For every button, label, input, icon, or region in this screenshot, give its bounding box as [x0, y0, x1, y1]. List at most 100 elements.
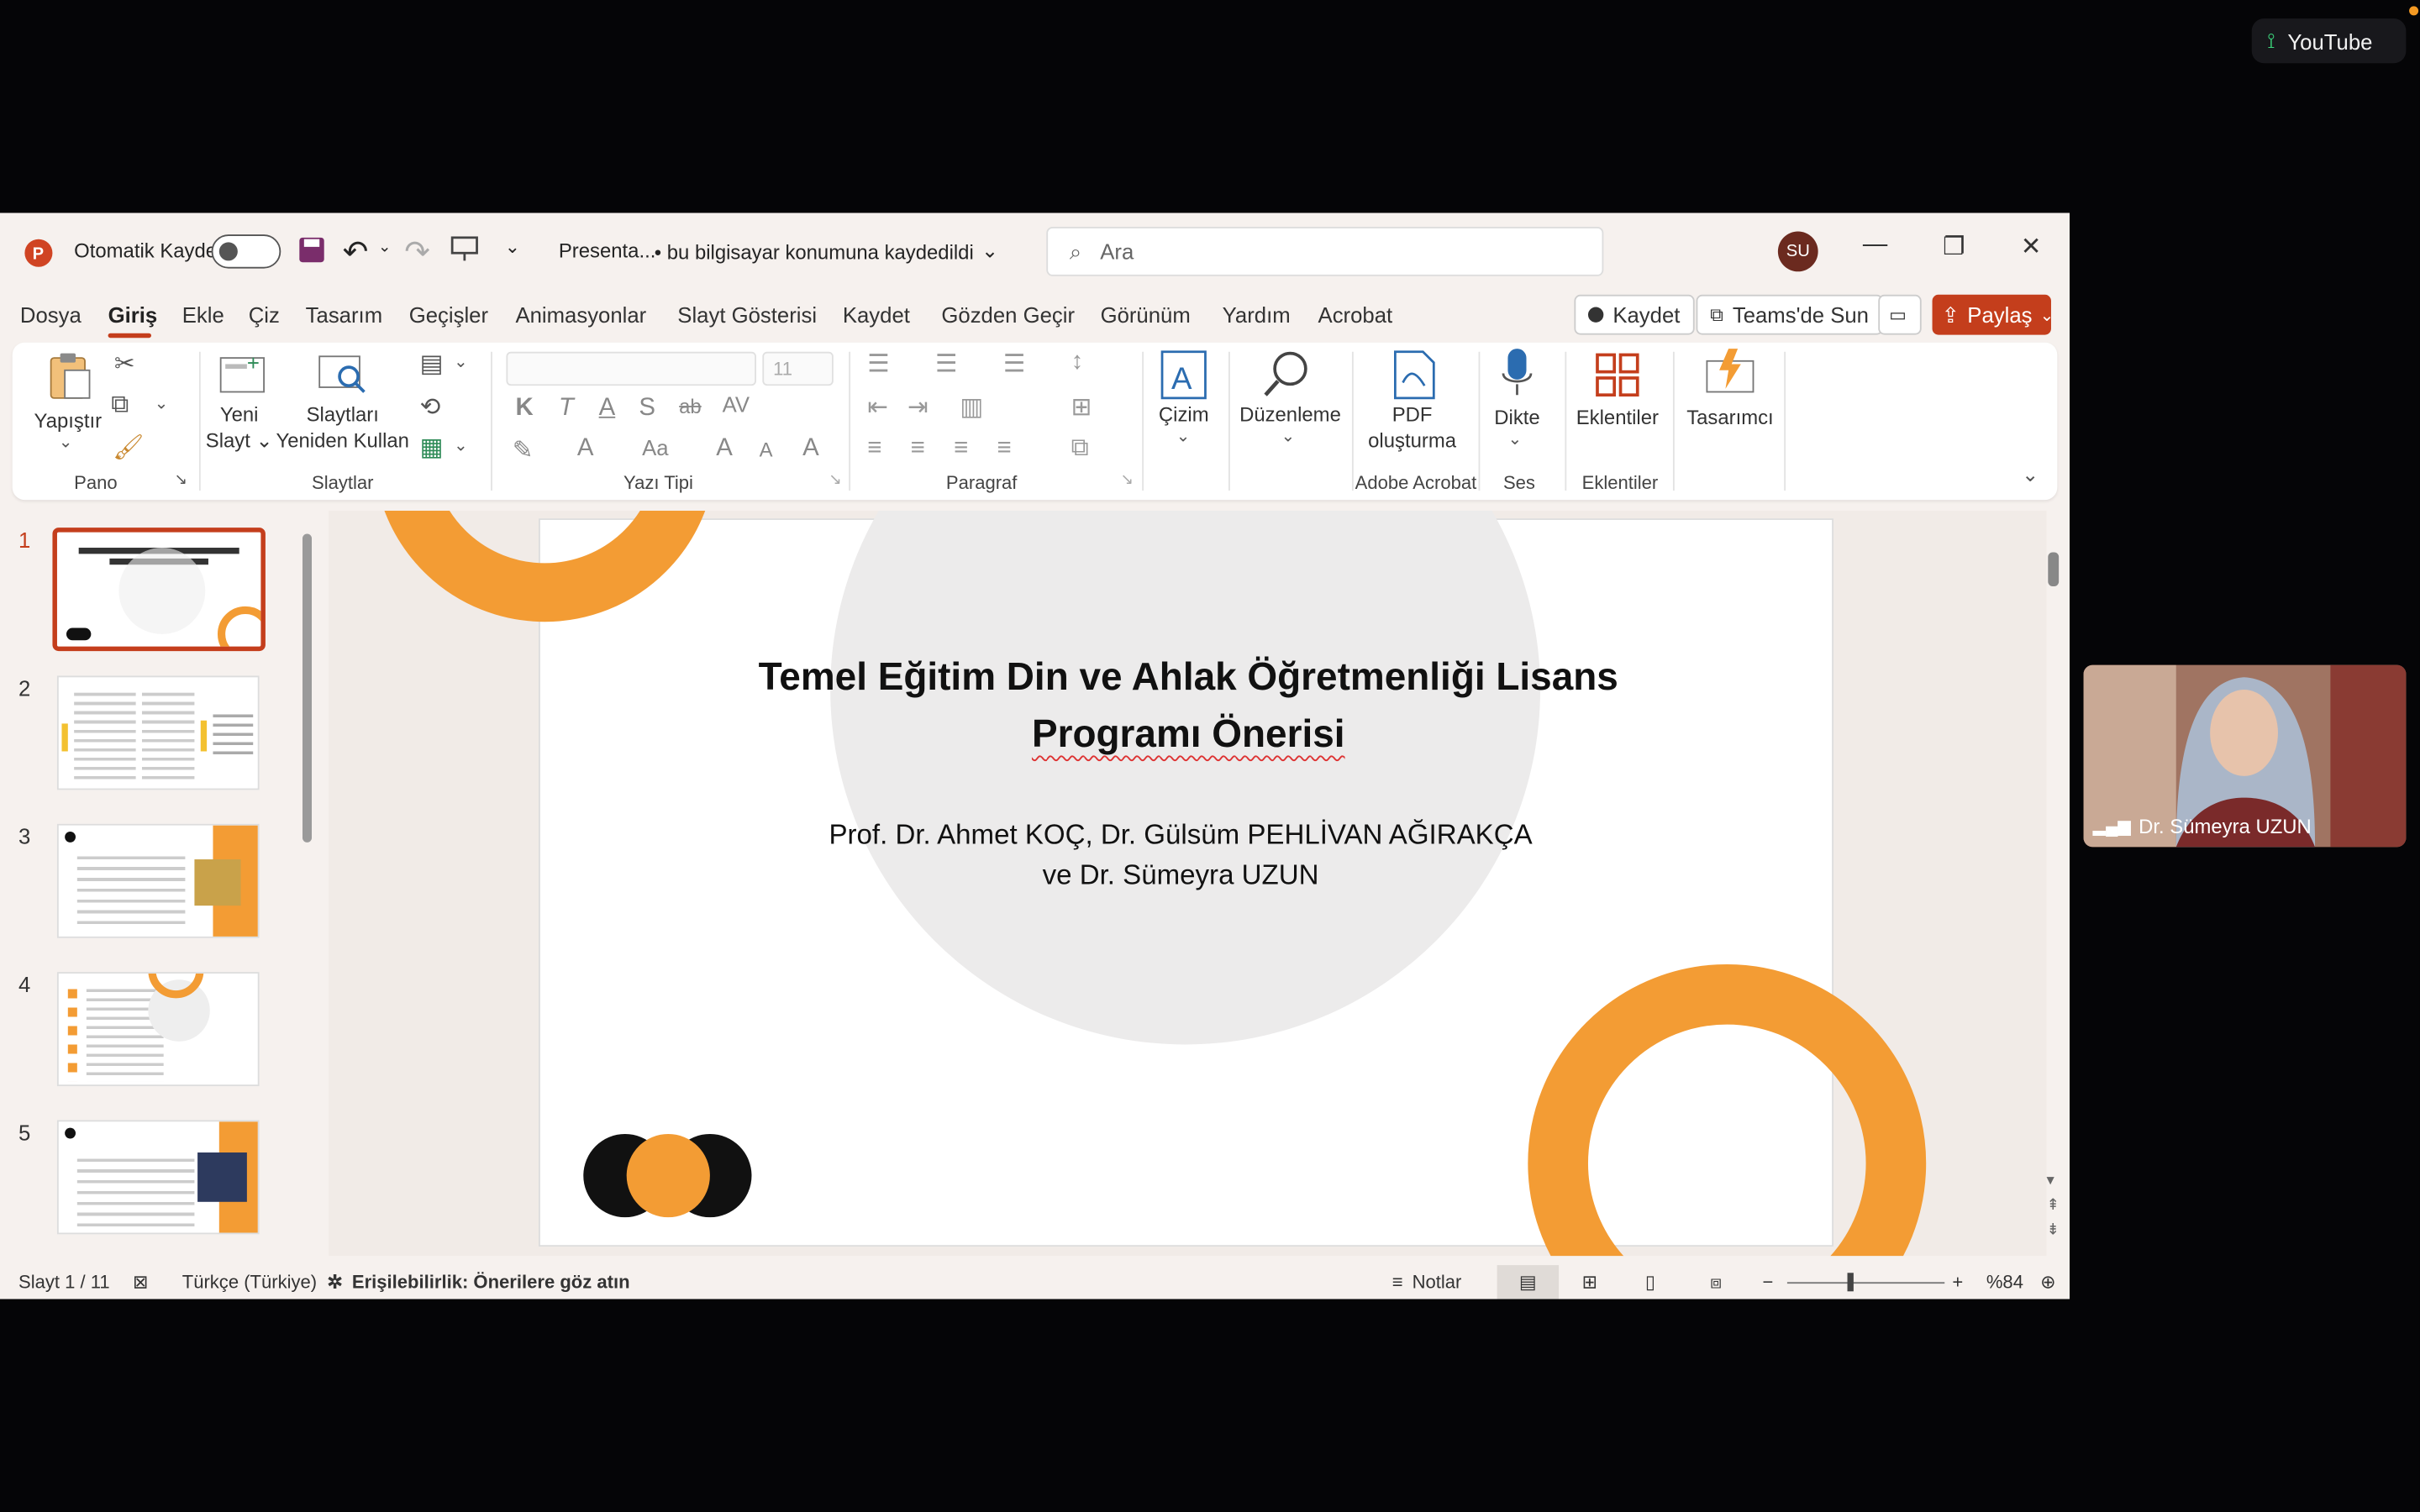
tab-dosya[interactable]: Dosya: [20, 302, 82, 327]
align-center-icon[interactable]: ≡: [911, 435, 925, 463]
designer-label[interactable]: Tasarımcı: [1682, 404, 1778, 430]
tab-ciz[interactable]: Çiz: [249, 302, 280, 327]
save-status[interactable]: • bu bilgisayar konumuna kaydedildi ⌄: [655, 239, 998, 264]
customize-qat-icon[interactable]: ⌄: [505, 236, 520, 258]
italic-icon[interactable]: T: [559, 395, 574, 423]
dialog-launcher-icon[interactable]: ↘: [175, 472, 187, 489]
canvas-scroll-thumb[interactable]: [2048, 552, 2060, 586]
line-spacing-icon[interactable]: ☰: [1003, 349, 1025, 380]
save-icon[interactable]: [297, 236, 325, 264]
editing-label[interactable]: Düzenleme: [1236, 402, 1344, 428]
align-left-icon[interactable]: ≡: [867, 435, 881, 463]
zoom-out-icon[interactable]: −: [1763, 1271, 1774, 1293]
chevron-down-icon[interactable]: ⌄: [454, 435, 468, 455]
highlight-icon[interactable]: ✎: [513, 435, 534, 466]
new-slide-label-2[interactable]: Slayt ⌄: [205, 428, 273, 454]
smartart-icon[interactable]: ⧉: [1071, 435, 1089, 463]
thumbnail-slide-1[interactable]: [52, 528, 266, 652]
thumbnail-slide-4[interactable]: [56, 972, 260, 1087]
zoom-level[interactable]: %84: [1986, 1271, 2023, 1293]
slide-title[interactable]: Temel Eğitim Din ve Ahlak Öğretmenliği L…: [633, 649, 1744, 764]
pdf-label-2[interactable]: oluşturma: [1358, 428, 1466, 454]
search-box[interactable]: ⌕ Ara: [1046, 226, 1604, 276]
chevron-down-icon[interactable]: ⌄: [155, 393, 169, 413]
tab-animasyonlar[interactable]: Animasyonlar: [515, 302, 646, 327]
copy-icon[interactable]: ⧉: [111, 392, 129, 420]
autosave-toggle[interactable]: [211, 234, 281, 269]
chevron-down-icon[interactable]: ⌄: [454, 352, 468, 372]
notes-check-icon[interactable]: ⊠: [133, 1271, 148, 1293]
dialog-launcher-icon[interactable]: ↘: [829, 472, 841, 489]
slide-subtitle[interactable]: Prof. Dr. Ahmet KOÇ, Dr. Gülsüm PEHLİVAN…: [787, 815, 1575, 895]
format-painter-icon[interactable]: 🖌: [113, 432, 144, 463]
new-slide-label[interactable]: Yeni: [210, 402, 269, 428]
undo-dropdown-icon[interactable]: ⌄: [378, 239, 391, 256]
share-button[interactable]: ⇪ Paylaş ⌄: [1932, 294, 2054, 335]
chevron-down-icon[interactable]: ⌄: [59, 432, 73, 452]
tab-slayt-gosterisi[interactable]: Slayt Gösterisi: [677, 302, 817, 327]
slideshow-view-icon[interactable]: ⧈: [1710, 1271, 1722, 1294]
chevron-down-icon[interactable]: ⌄: [1176, 426, 1191, 446]
fit-to-window-icon[interactable]: ⊕: [2040, 1271, 2055, 1293]
addins-icon[interactable]: [1594, 352, 1640, 406]
editing-search-icon[interactable]: [1262, 349, 1312, 406]
numbering-icon[interactable]: ☰: [935, 349, 957, 380]
bullets-icon[interactable]: ☰: [867, 349, 889, 380]
pdf-create-icon[interactable]: [1391, 349, 1437, 409]
zoom-slider[interactable]: [1786, 1282, 1945, 1284]
layout-icon[interactable]: ▤: [420, 349, 444, 380]
participant-video[interactable]: ▂▄▆ Dr. Sümeyra UZUN: [2083, 664, 2407, 848]
decrease-font-icon[interactable]: A: [760, 438, 773, 462]
reading-view-icon[interactable]: ▯: [1645, 1271, 1655, 1293]
record-button[interactable]: Kaydet: [1574, 294, 1694, 335]
microphone-icon[interactable]: [1500, 345, 1534, 408]
dialog-launcher-icon[interactable]: ↘: [1120, 472, 1133, 489]
normal-view-icon[interactable]: ▤: [1497, 1265, 1560, 1299]
tab-giris[interactable]: Giriş: [108, 302, 158, 327]
new-slide-icon[interactable]: +: [219, 352, 266, 403]
char-spacing-icon[interactable]: AV: [723, 392, 750, 417]
strikethrough-icon[interactable]: ab: [679, 395, 702, 418]
reuse-slides-icon[interactable]: [318, 352, 367, 403]
thumbnails-scroll-thumb[interactable]: [302, 533, 313, 843]
text-direction-icon[interactable]: ↕: [1071, 349, 1084, 376]
document-name[interactable]: Presenta...: [559, 239, 655, 263]
tab-acrobat[interactable]: Acrobat: [1318, 302, 1393, 327]
start-slideshow-icon[interactable]: [450, 234, 478, 262]
columns-icon[interactable]: ▥: [960, 392, 983, 423]
user-avatar[interactable]: SU: [1777, 231, 1818, 272]
reset-icon[interactable]: ⟲: [420, 392, 441, 423]
minimize-icon[interactable]: —: [1855, 232, 1896, 260]
addins-label[interactable]: Eklentiler: [1571, 404, 1664, 430]
change-case-icon[interactable]: Aa: [642, 435, 668, 459]
tab-gecisler[interactable]: Geçişler: [409, 302, 488, 327]
zoom-in-icon[interactable]: +: [1952, 1271, 1963, 1293]
youtube-pill[interactable]: ⟟ YouTube: [2251, 18, 2407, 64]
zoom-slider-thumb[interactable]: [1847, 1273, 1854, 1292]
drawing-icon[interactable]: A: [1159, 349, 1208, 409]
tab-yardim[interactable]: Yardım: [1223, 302, 1291, 327]
drawing-label[interactable]: Çizim: [1151, 402, 1216, 428]
shadow-icon[interactable]: S: [639, 395, 655, 423]
notes-button[interactable]: ≡ Notlar: [1392, 1271, 1462, 1293]
font-color-icon[interactable]: A: [577, 435, 594, 463]
accessibility-status[interactable]: ✲ Erişilebilirlik: Önerilere göz atın: [327, 1271, 629, 1293]
restore-icon[interactable]: ❐: [1933, 232, 1974, 263]
tab-tasarim[interactable]: Tasarım: [306, 302, 382, 327]
increase-font-icon[interactable]: A: [716, 435, 733, 463]
present-in-teams-button[interactable]: ⧉ Teams'de Sun: [1696, 294, 1883, 335]
chevron-down-icon[interactable]: ⌄: [1507, 429, 1522, 449]
tab-kaydet[interactable]: Kaydet: [843, 302, 910, 327]
comments-button[interactable]: ▭: [1878, 294, 1922, 335]
paste-icon[interactable]: [46, 352, 92, 409]
font-size-select[interactable]: 11: [762, 351, 834, 386]
pdf-label[interactable]: PDF: [1378, 402, 1446, 428]
tab-gozden-gecir[interactable]: Gözden Geçir: [941, 302, 1075, 327]
paste-label[interactable]: Yapıştır: [34, 407, 103, 433]
slide-sorter-icon[interactable]: ⊞: [1582, 1271, 1597, 1293]
slide[interactable]: Temel Eğitim Din ve Ahlak Öğretmenliği L…: [539, 510, 1927, 1257]
reuse-slides-label[interactable]: Slaytları: [290, 402, 395, 428]
clear-format-icon[interactable]: A: [802, 435, 819, 463]
dictate-label[interactable]: Dikte: [1486, 404, 1548, 430]
bold-icon[interactable]: K: [515, 395, 533, 423]
